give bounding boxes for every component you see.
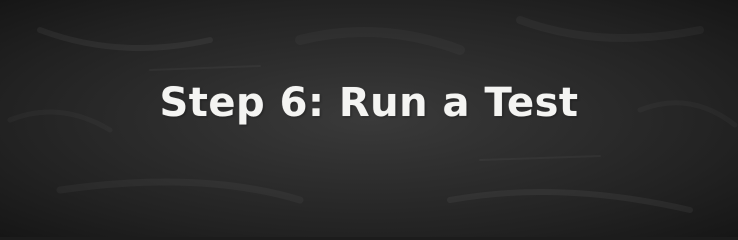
banner-title: Step 6: Run a Test <box>159 80 579 126</box>
chalkboard-banner: Step 6: Run a Test <box>0 0 738 237</box>
